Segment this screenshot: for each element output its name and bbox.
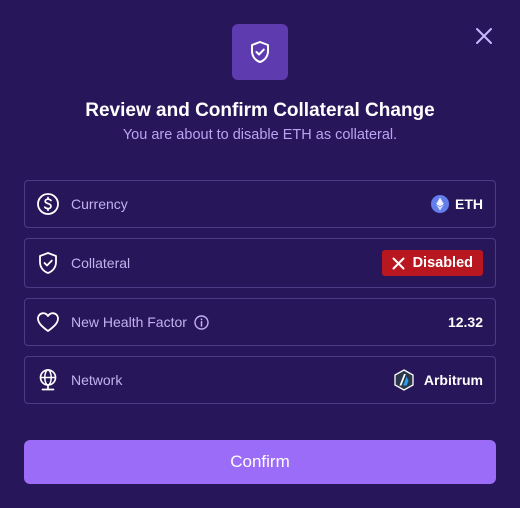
close-button[interactable]: [472, 24, 496, 48]
dialog-title: Review and Confirm Collateral Change: [85, 100, 435, 121]
collateral-row: Collateral Disabled: [24, 238, 496, 288]
collateral-change-dialog: Review and Confirm Collateral Change You…: [0, 0, 520, 508]
heart-icon: [36, 310, 60, 334]
currency-label: Currency: [71, 196, 128, 212]
network-label: Network: [71, 372, 123, 388]
collateral-status-badge: Disabled: [381, 250, 483, 276]
close-icon: [476, 28, 492, 44]
network-row: Network Arbitrum: [24, 356, 496, 404]
health-factor-label: New Health Factor: [71, 314, 187, 330]
health-factor-value: 12.32: [447, 314, 483, 330]
confirm-button[interactable]: Confirm: [24, 440, 496, 484]
header-shield-badge: [232, 24, 288, 80]
x-icon: [392, 257, 405, 269]
currency-value: ETH: [431, 195, 483, 213]
info-icon[interactable]: [194, 314, 209, 330]
shield-check-icon: [251, 41, 269, 63]
network-name: Arbitrum: [423, 372, 483, 388]
dialog-subtitle: You are about to disable ETH as collater…: [122, 127, 398, 143]
ethereum-logo: [431, 195, 449, 213]
network-value: Arbitrum: [394, 369, 483, 391]
currency-row: Currency ETH: [24, 180, 496, 228]
arbitrum-logo: [394, 369, 414, 391]
globe-icon: [36, 368, 60, 392]
currency-symbol: ETH: [455, 196, 483, 212]
collateral-label: Collateral: [71, 255, 131, 271]
dollar-circle-icon: [36, 192, 60, 216]
shield-check-icon: [36, 251, 60, 275]
health-factor-row: New Health Factor 12.32: [24, 298, 496, 346]
collateral-status-text: Disabled: [412, 255, 473, 271]
